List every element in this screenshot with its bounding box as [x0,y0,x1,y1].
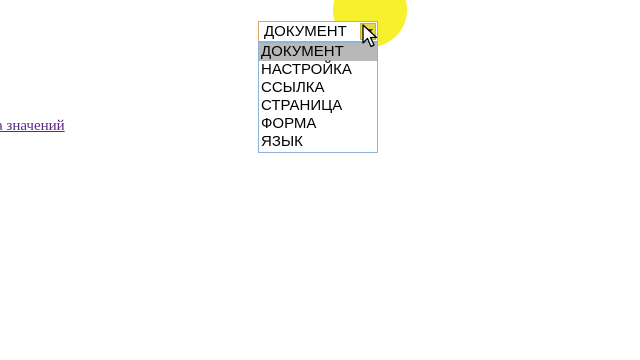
dropdown-option[interactable]: ФОРМА [259,115,377,133]
dropdown-option[interactable]: ДОКУМЕНТ [259,43,377,61]
mouse-pointer-icon [362,24,380,50]
page-canvas: а значений ДОКУМЕНТ ДОКУМЕНТ НАСТРОЙКА С… [0,0,640,360]
values-link[interactable]: а значений [0,118,65,135]
dropdown-option[interactable]: НАСТРОЙКА [259,61,377,79]
dropdown-option[interactable]: СТРАНИЦА [259,97,377,115]
select-current-value: ДОКУМЕНТ [264,23,347,40]
category-select[interactable]: ДОКУМЕНТ [258,21,378,42]
dropdown-option[interactable]: ССЫЛКА [259,79,377,97]
dropdown-list: ДОКУМЕНТ НАСТРОЙКА ССЫЛКА СТРАНИЦА ФОРМА… [258,42,378,153]
dropdown-option[interactable]: ЯЗЫК [259,133,377,151]
